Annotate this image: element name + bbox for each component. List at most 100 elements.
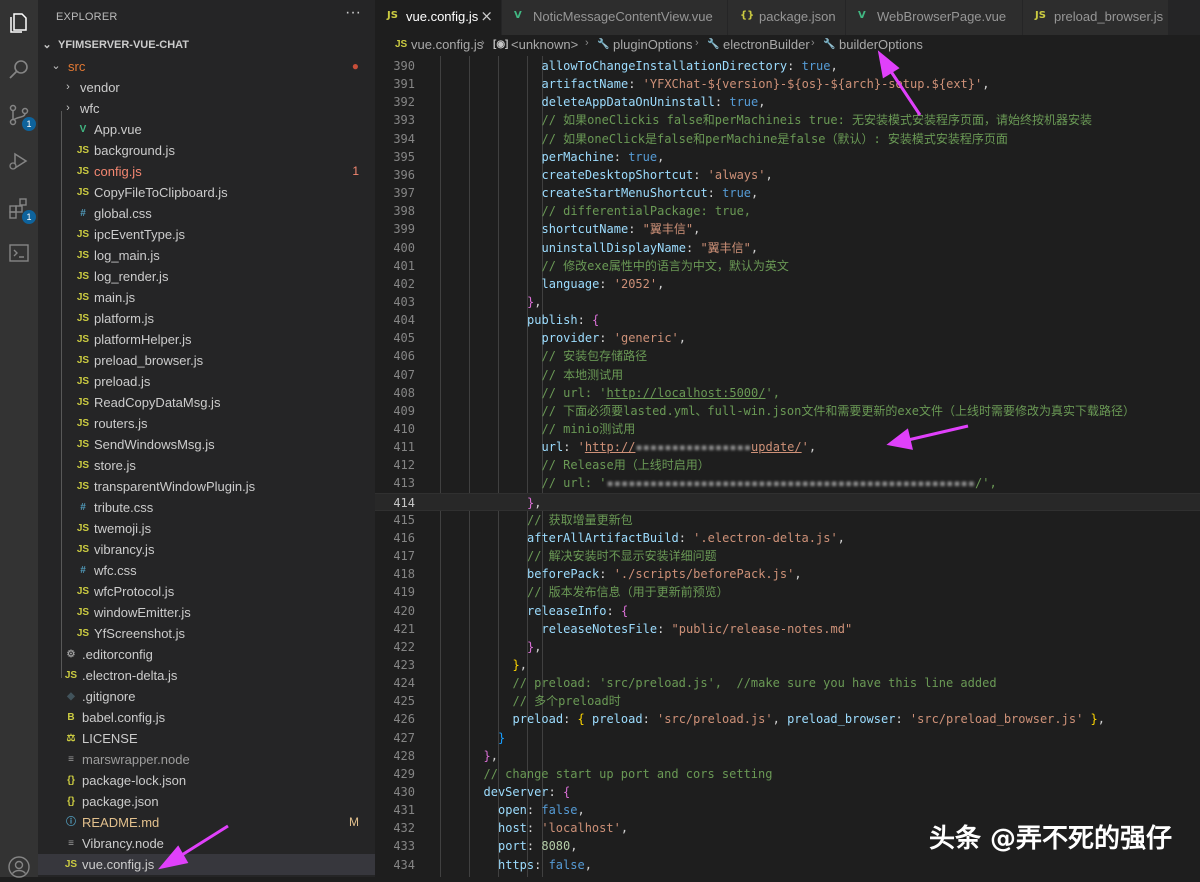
folder-item[interactable]: ⌄ src ● bbox=[38, 56, 375, 77]
extensions-icon[interactable]: 1 bbox=[4, 193, 36, 224]
file-item[interactable]: JS twemoji.js bbox=[38, 518, 375, 539]
code-line[interactable]: 423}, bbox=[375, 656, 1200, 674]
code-line[interactable]: 417 // 解决安装时不显示安装详细问题 bbox=[375, 547, 1200, 565]
close-icon[interactable]: × bbox=[480, 7, 493, 25]
code-line[interactable]: 393 // 如果oneClickis false和perMachineis tr… bbox=[375, 111, 1200, 129]
editor-tab[interactable]: JS vue.config.js × bbox=[375, 0, 502, 35]
code-line[interactable]: 428}, bbox=[375, 747, 1200, 765]
editor-tab[interactable]: JS preload_browser.js bbox=[1023, 0, 1169, 35]
code-line[interactable]: 407 // 本地测试用 bbox=[375, 366, 1200, 384]
file-item[interactable]: {} package.json bbox=[38, 791, 375, 812]
code-line[interactable]: 400 uninstallDisplayName: "翼丰信", bbox=[375, 239, 1200, 257]
code-editor[interactable]: 390 allowToChangeInstallationDirectory: t… bbox=[375, 56, 1200, 877]
code-line[interactable]: 431 open: false, bbox=[375, 801, 1200, 819]
code-line[interactable]: 399 shortcutName: "翼丰信", bbox=[375, 220, 1200, 238]
files-icon[interactable] bbox=[4, 8, 34, 38]
file-item[interactable]: JS vibrancy.js bbox=[38, 539, 375, 560]
file-item[interactable]: Bbabel.config.js bbox=[38, 707, 375, 728]
run-debug-icon[interactable] bbox=[4, 146, 34, 176]
file-item[interactable]: JS log_render.js bbox=[38, 266, 375, 287]
file-item[interactable]: JS ipcEventType.js bbox=[38, 224, 375, 245]
more-actions-icon[interactable]: ··· bbox=[345, 4, 361, 22]
file-item[interactable]: ⚖ LICENSE bbox=[38, 728, 375, 749]
code-line[interactable]: 413 // url: '▪▪▪▪▪▪▪▪▪▪▪▪▪▪▪▪▪▪▪▪▪▪▪▪▪▪▪▪… bbox=[375, 474, 1200, 492]
file-item[interactable]: ≡ marswrapper.node bbox=[38, 749, 375, 770]
code-line[interactable]: 394 // 如果oneClick是false和perMachine是false（… bbox=[375, 130, 1200, 148]
source-control-icon[interactable]: 1 bbox=[4, 100, 36, 131]
code-line[interactable]: 392 deleteAppDataOnUninstall: true, bbox=[375, 93, 1200, 111]
file-item[interactable]: JS platform.js bbox=[38, 308, 375, 329]
file-item[interactable]: ⓘ README.md M bbox=[38, 812, 375, 833]
file-item[interactable]: JS ReadCopyDataMsg.js bbox=[38, 392, 375, 413]
file-item[interactable]: JS transparentWindowPlugin.js bbox=[38, 476, 375, 497]
file-item[interactable]: JS windowEmitter.js bbox=[38, 602, 375, 623]
file-item[interactable]: V App.vue bbox=[38, 119, 375, 140]
file-item[interactable]: # global.css bbox=[38, 203, 375, 224]
file-item[interactable]: JS SendWindowsMsg.js bbox=[38, 434, 375, 455]
file-item[interactable]: JS config.js 1 bbox=[38, 161, 375, 182]
code-line[interactable]: 396 createDesktopShortcut: 'always', bbox=[375, 166, 1200, 184]
code-line[interactable]: 403}, bbox=[375, 293, 1200, 311]
file-item[interactable]: JS routers.js bbox=[38, 413, 375, 434]
code-line[interactable]: 398 // differentialPackage: true, bbox=[375, 202, 1200, 220]
code-line[interactable]: 430 devServer: { bbox=[375, 783, 1200, 801]
code-line[interactable]: 391 artifactName: 'YFXChat-${version}-${o… bbox=[375, 75, 1200, 93]
code-line[interactable]: 429 // change start up port and cors sett… bbox=[375, 765, 1200, 783]
file-item[interactable]: JS CopyFileToClipboard.js bbox=[38, 182, 375, 203]
breadcrumb-item[interactable]: vue.config.js bbox=[411, 37, 483, 52]
terminal-icon[interactable] bbox=[4, 238, 34, 268]
file-item[interactable]: ◆ .gitignore bbox=[38, 686, 375, 707]
file-item[interactable]: JS store.js bbox=[38, 455, 375, 476]
file-item[interactable]: JS platformHelper.js bbox=[38, 329, 375, 350]
project-root[interactable]: ⌄ YFIMSERVER-VUE-CHAT bbox=[38, 35, 375, 56]
code-line[interactable]: 406 // 安装包存储路径 bbox=[375, 347, 1200, 365]
code-line[interactable]: 405 provider: 'generic', bbox=[375, 329, 1200, 347]
code-line[interactable]: 414}, bbox=[375, 492, 1200, 511]
code-line[interactable]: 411 url: 'http://▪▪▪▪▪▪▪▪▪▪▪▪▪▪▪▪update/'… bbox=[375, 438, 1200, 456]
account-icon[interactable] bbox=[4, 852, 34, 882]
file-item[interactable]: JS preload.js bbox=[38, 371, 375, 392]
code-line[interactable]: 434 https: false, bbox=[375, 856, 1200, 874]
file-item[interactable]: # wfc.css bbox=[38, 560, 375, 581]
file-item[interactable]: JS .electron-delta.js bbox=[38, 665, 375, 686]
search-icon[interactable] bbox=[4, 54, 34, 84]
code-line[interactable]: 427} bbox=[375, 729, 1200, 747]
file-item[interactable]: ⚙ .editorconfig bbox=[38, 644, 375, 665]
breadcrumb-item[interactable]: <unknown> bbox=[511, 37, 578, 52]
code-line[interactable]: 424 // preload: 'src/preload.js', //make … bbox=[375, 674, 1200, 692]
file-item[interactable]: JS vue.config.js bbox=[38, 854, 375, 875]
breadcrumb-item[interactable]: electronBuilder bbox=[723, 37, 810, 52]
code-line[interactable]: 422}, bbox=[375, 638, 1200, 656]
file-item[interactable]: JS log_main.js bbox=[38, 245, 375, 266]
editor-tab[interactable]: V WebBrowserPage.vue bbox=[846, 0, 1023, 35]
code-line[interactable]: 402 language: '2052', bbox=[375, 275, 1200, 293]
file-item[interactable]: # tribute.css bbox=[38, 497, 375, 518]
editor-tab[interactable]: V NoticMessageContentView.vue bbox=[502, 0, 728, 35]
code-line[interactable]: 418 beforePack: './scripts/beforePack.js'… bbox=[375, 565, 1200, 583]
code-line[interactable]: 395 perMachine: true, bbox=[375, 148, 1200, 166]
file-item[interactable]: JS main.js bbox=[38, 287, 375, 308]
code-line[interactable]: 419 // 版本发布信息（用于更新前预览） bbox=[375, 583, 1200, 601]
file-item[interactable]: {} package-lock.json bbox=[38, 770, 375, 791]
code-line[interactable]: 410 // minio测试用 bbox=[375, 420, 1200, 438]
code-line[interactable]: 416 afterAllArtifactBuild: '.electron-del… bbox=[375, 529, 1200, 547]
file-item[interactable]: JS background.js bbox=[38, 140, 375, 161]
code-line[interactable]: 415 // 获取增量更新包 bbox=[375, 511, 1200, 529]
code-line[interactable]: 420 releaseInfo: { bbox=[375, 602, 1200, 620]
file-item[interactable]: ≡ Vibrancy.node bbox=[38, 833, 375, 854]
breadcrumb-item[interactable]: builderOptions bbox=[839, 37, 923, 52]
breadcrumb-item[interactable]: pluginOptions bbox=[613, 37, 693, 52]
code-line[interactable]: 425 // 多个preload时 bbox=[375, 692, 1200, 710]
code-line[interactable]: 401 // 修改exe属性中的语言为中文，默认为英文 bbox=[375, 257, 1200, 275]
code-line[interactable]: 409 // 下面必须要lasted.yml、full-win.json文件和需要… bbox=[375, 402, 1200, 420]
file-item[interactable]: JS wfcProtocol.js bbox=[38, 581, 375, 602]
code-line[interactable]: 408 // url: 'http://localhost:5000/', bbox=[375, 384, 1200, 402]
code-line[interactable]: 404 publish: { bbox=[375, 311, 1200, 329]
code-line[interactable]: 426 preload: { preload: 'src/preload.js',… bbox=[375, 710, 1200, 728]
code-line[interactable]: 397 createStartMenuShortcut: true, bbox=[375, 184, 1200, 202]
file-item[interactable]: JS YfScreenshot.js bbox=[38, 623, 375, 644]
editor-tab[interactable]: {} package.json bbox=[728, 0, 846, 35]
file-item[interactable]: JS preload_browser.js bbox=[38, 350, 375, 371]
code-line[interactable]: 412 // Release用（上线时启用） bbox=[375, 456, 1200, 474]
folder-item[interactable]: › wfc bbox=[38, 98, 375, 119]
